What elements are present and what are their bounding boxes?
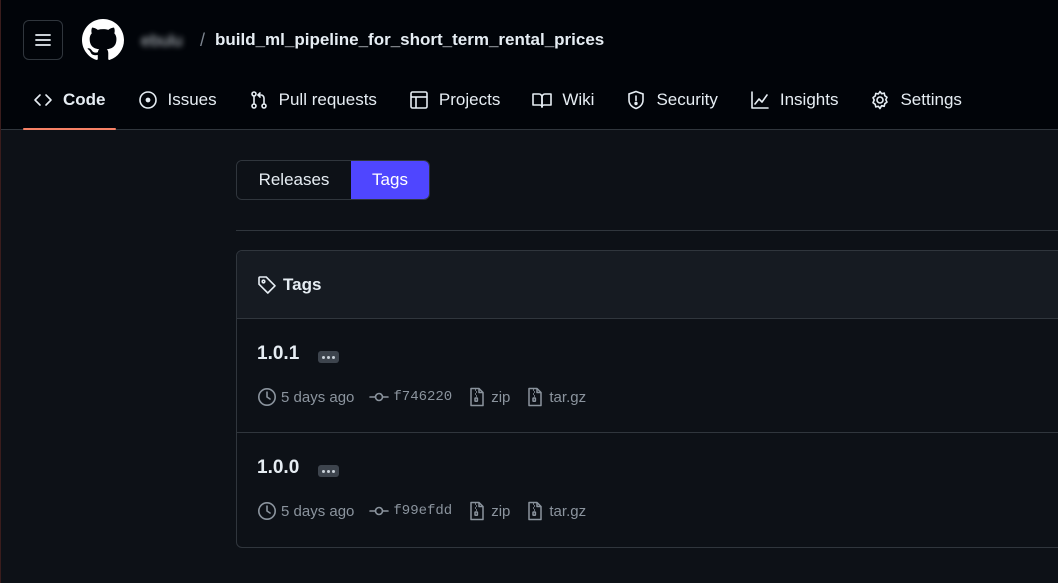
commit-icon bbox=[369, 506, 390, 516]
more-options-button[interactable] bbox=[318, 351, 339, 363]
section-divider bbox=[236, 230, 1058, 231]
tag-age-text: 5 days ago bbox=[281, 388, 355, 406]
book-icon bbox=[532, 93, 553, 108]
file-zip-icon bbox=[470, 387, 484, 407]
tab-insights[interactable]: Insights bbox=[740, 78, 849, 122]
tag-meta: 5 days ago f99efdd zip tar.gz bbox=[257, 501, 601, 521]
more-options-button[interactable] bbox=[318, 465, 339, 477]
shield-icon bbox=[628, 90, 645, 110]
table-icon bbox=[410, 91, 428, 109]
tab-wiki-label: Wiki bbox=[562, 90, 595, 109]
commit-link[interactable]: f99efdd bbox=[369, 501, 452, 521]
zip-label: zip bbox=[491, 502, 511, 520]
tags-button[interactable]: Tags bbox=[351, 161, 429, 199]
tab-security-label: Security bbox=[656, 90, 718, 109]
targz-label: tar.gz bbox=[549, 388, 587, 406]
repo-name-link[interactable]: build_ml_pipeline_for_short_term_rental_… bbox=[215, 30, 604, 50]
file-zip-icon bbox=[528, 387, 543, 407]
tab-projects-label: Projects bbox=[438, 90, 501, 109]
dot bbox=[332, 469, 335, 473]
repo-nav: Code Issues Pull requests Projects Wiki … bbox=[23, 78, 984, 130]
commit-sha: f746220 bbox=[393, 389, 453, 405]
tag-row: 1.0.1 5 days ago f746220 zip tar.gz bbox=[237, 319, 1058, 433]
hamburger-icon bbox=[35, 34, 51, 46]
zip-label: zip bbox=[491, 388, 511, 406]
tags-box: Tags 1.0.1 5 days ago f746220 zip tar.gz… bbox=[236, 250, 1058, 548]
commit-link[interactable]: f746220 bbox=[369, 387, 452, 407]
tab-insights-label: Insights bbox=[779, 90, 839, 109]
targz-download-link[interactable]: tar.gz bbox=[525, 501, 586, 521]
zip-download-link[interactable]: zip bbox=[467, 387, 510, 407]
tab-code[interactable]: Code bbox=[23, 78, 116, 130]
github-logo-icon[interactable] bbox=[82, 19, 124, 61]
releases-button[interactable]: Releases bbox=[237, 161, 351, 199]
tab-settings-label: Settings bbox=[900, 90, 962, 109]
tags-box-header: Tags bbox=[237, 251, 1058, 319]
tab-projects[interactable]: Projects bbox=[399, 78, 510, 122]
tag-age: 5 days ago bbox=[257, 387, 354, 407]
tag-row: 1.0.0 5 days ago f99efdd zip tar.gz bbox=[237, 433, 1058, 547]
gear-icon bbox=[872, 90, 889, 110]
tab-wiki[interactable]: Wiki bbox=[522, 78, 604, 122]
targz-label: tar.gz bbox=[549, 502, 587, 520]
tag-name-link[interactable]: 1.0.0 bbox=[257, 457, 299, 479]
tab-issues-label: Issues bbox=[167, 90, 217, 109]
tab-issues[interactable]: Issues bbox=[128, 78, 227, 122]
code-icon bbox=[34, 94, 52, 106]
tab-settings[interactable]: Settings bbox=[860, 78, 971, 122]
graph-icon bbox=[751, 91, 769, 109]
repo-owner-link[interactable]: ebulu bbox=[141, 31, 183, 51]
tab-pull-requests[interactable]: Pull requests bbox=[239, 78, 387, 122]
issue-icon bbox=[138, 91, 157, 109]
file-zip-icon bbox=[470, 501, 484, 521]
clock-icon bbox=[258, 502, 276, 520]
commit-icon bbox=[369, 392, 390, 402]
file-zip-icon bbox=[528, 501, 543, 521]
targz-download-link[interactable]: tar.gz bbox=[525, 387, 586, 407]
tag-meta: 5 days ago f746220 zip tar.gz bbox=[257, 387, 601, 407]
tag-name-link[interactable]: 1.0.1 bbox=[257, 343, 299, 365]
zip-download-link[interactable]: zip bbox=[467, 501, 510, 521]
tag-icon bbox=[258, 275, 276, 294]
dot bbox=[322, 469, 325, 473]
tags-box-title: Tags bbox=[283, 274, 322, 294]
tab-pull-requests-label: Pull requests bbox=[278, 90, 377, 109]
pull-request-icon bbox=[250, 91, 267, 109]
releases-tags-toggle: Releases Tags bbox=[236, 160, 430, 200]
clock-icon bbox=[258, 388, 276, 406]
tab-code-label: Code bbox=[63, 90, 106, 109]
page: ebulu / build_ml_pipeline_for_short_term… bbox=[0, 0, 1058, 583]
app-header: ebulu / build_ml_pipeline_for_short_term… bbox=[1, 0, 1058, 130]
tag-age-text: 5 days ago bbox=[281, 502, 355, 520]
tab-security[interactable]: Security bbox=[616, 78, 727, 122]
dot bbox=[332, 355, 335, 359]
menu-button[interactable] bbox=[23, 20, 63, 60]
dot bbox=[327, 469, 330, 473]
tag-age: 5 days ago bbox=[257, 501, 354, 521]
dot bbox=[322, 355, 325, 359]
breadcrumb-separator: / bbox=[200, 30, 206, 50]
dot bbox=[327, 355, 330, 359]
commit-sha: f99efdd bbox=[393, 503, 453, 519]
